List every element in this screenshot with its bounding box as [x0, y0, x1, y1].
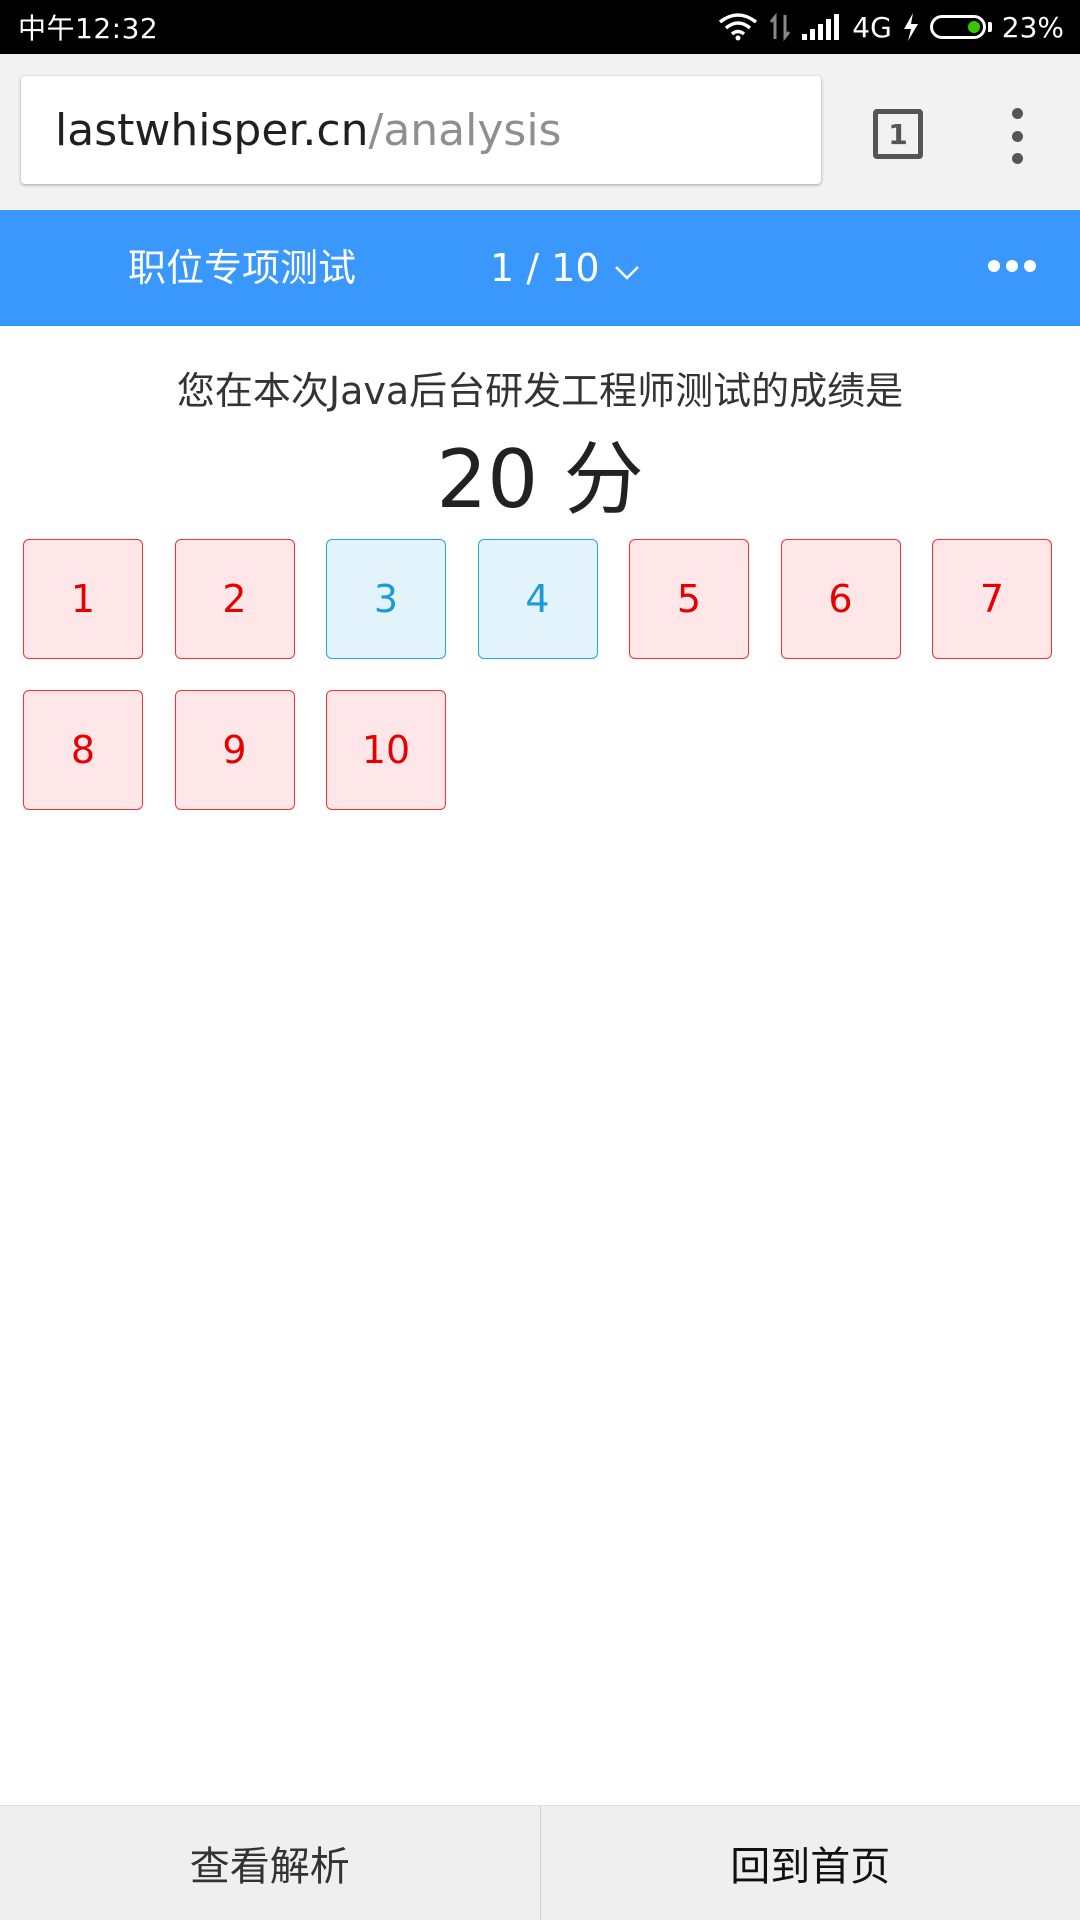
question-tile[interactable]: 7 [932, 539, 1052, 659]
url-path: /analysis [368, 104, 562, 156]
question-page-dropdown[interactable]: 1 / 10 [490, 210, 640, 326]
question-tile[interactable]: 9 [174, 690, 295, 810]
question-tile[interactable]: 2 [174, 539, 295, 659]
tab-switcher-button[interactable]: 1 [873, 109, 923, 159]
question-tile[interactable]: 1 [23, 539, 143, 659]
wifi-icon [718, 13, 758, 41]
data-transfer-icon [768, 13, 792, 41]
page-indicator-label: 1 / 10 [490, 246, 600, 290]
bottom-action-bar: 查看解析 回到首页 [0, 1805, 1080, 1920]
address-bar[interactable]: lastwhisper.cn/analysis [21, 76, 821, 184]
question-tile[interactable]: 8 [23, 690, 143, 810]
question-tile[interactable]: 3 [326, 539, 446, 659]
question-tile[interactable]: 6 [780, 539, 901, 659]
view-analysis-button[interactable]: 查看解析 [0, 1806, 540, 1920]
browser-toolbar: lastwhisper.cn/analysis 1 [0, 54, 1080, 210]
page-title: 职位专项测试 [128, 246, 357, 290]
status-bar: 中午12:32 4G 23% [0, 0, 1080, 54]
status-time: 中午12:32 [18, 12, 159, 45]
chevron-down-icon [614, 246, 640, 290]
question-tile[interactable]: 5 [629, 539, 749, 659]
more-horizontal-icon[interactable] [988, 260, 1036, 272]
url-host: lastwhisper.cn [55, 104, 369, 156]
browser-menu-icon[interactable] [995, 108, 1039, 164]
question-tile[interactable]: 4 [477, 539, 598, 659]
charging-icon [902, 13, 920, 41]
app-header: 职位专项测试 1 / 10 [0, 210, 1080, 326]
battery-percent: 23% [1001, 10, 1064, 44]
status-icons: 4G 23% [718, 11, 1064, 44]
question-tile[interactable]: 10 [326, 690, 446, 810]
score-caption: 您在本次Java后台研发工程师测试的成绩是 [176, 369, 904, 413]
battery-icon [929, 15, 992, 39]
network-type: 4G [852, 10, 892, 44]
score-value: 20 分 [436, 433, 644, 526]
back-home-button[interactable]: 回到首页 [539, 1806, 1080, 1920]
tab-count: 1 [888, 117, 908, 151]
signal-icon [802, 14, 842, 40]
